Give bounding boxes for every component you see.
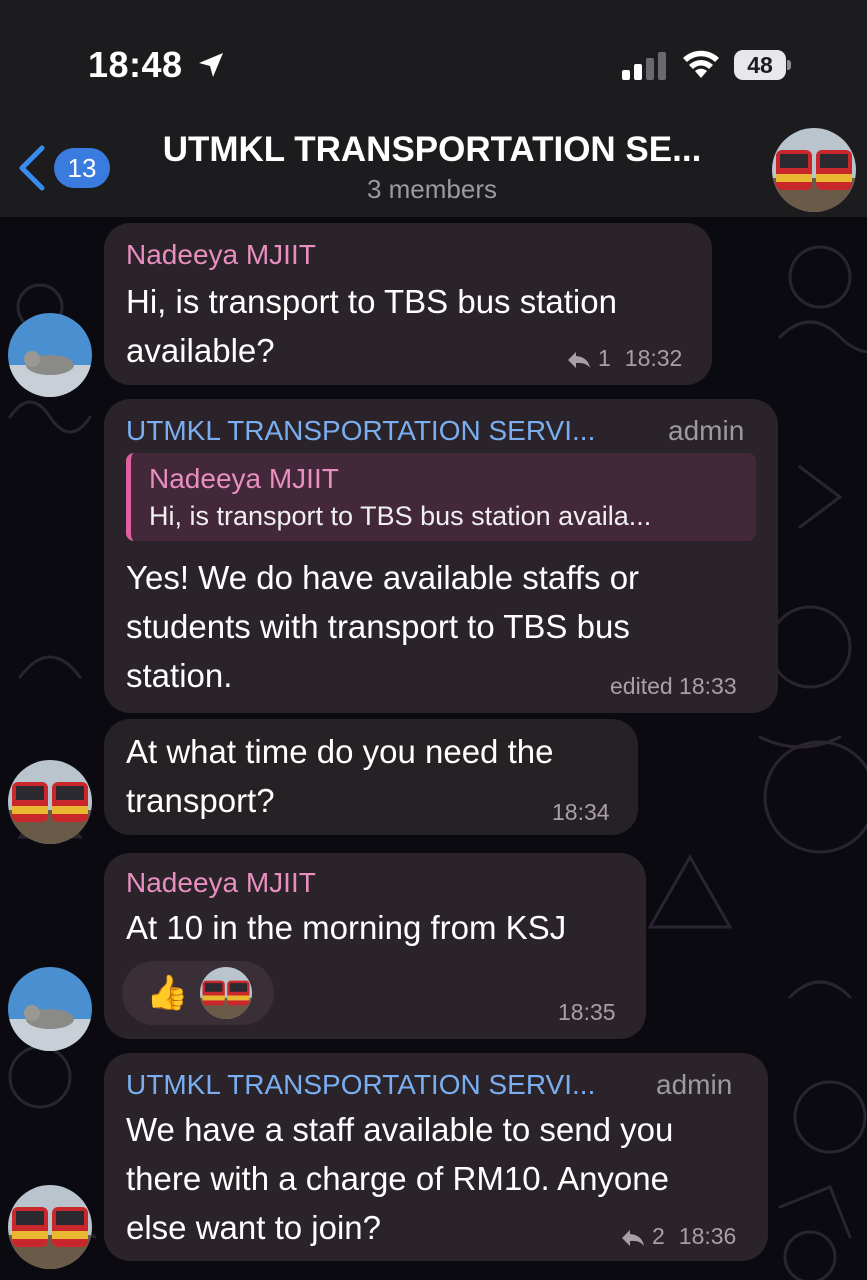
message-list[interactable]: Nadeeya MJIIT Hi, is transport to TBS bu… — [0, 217, 867, 1280]
battery-level: 48 — [734, 50, 786, 80]
reply-quote[interactable]: Nadeeya MJIIT Hi, is transport to TBS bu… — [126, 453, 756, 541]
sender-name[interactable]: UTMKL TRANSPORTATION SERVI... — [126, 415, 595, 447]
message-text: At 10 in the morning from KSJ — [126, 903, 566, 952]
message-line: transport? — [126, 782, 275, 819]
message-line: there with a charge of RM10. Anyone — [126, 1160, 669, 1197]
reactor-avatar — [200, 967, 252, 1019]
message-bubble[interactable]: At what time do you need the transport? … — [104, 719, 638, 835]
message-time: edited 18:33 — [610, 673, 737, 699]
sender-name[interactable]: UTMKL TRANSPORTATION SERVI... — [126, 1069, 595, 1101]
chat-header: 18:48 48 13 UTMKL TRANSPORTATION SE... 3… — [0, 0, 867, 217]
message-text: At what time do you need the transport? — [126, 727, 553, 825]
message-bubble[interactable]: Nadeeya MJIIT At 10 in the morning from … — [104, 853, 646, 1039]
message-line: At what time do you need the — [126, 733, 554, 770]
message-text: Hi, is transport to TBS bus station avai… — [126, 277, 617, 375]
reply-icon[interactable] — [566, 350, 592, 370]
unread-count-badge[interactable]: 13 — [54, 148, 110, 188]
wifi-icon — [683, 50, 719, 78]
message-line: else want to join? — [126, 1209, 381, 1246]
bus-avatar-icon[interactable] — [772, 128, 856, 212]
admin-badge: admin — [656, 1069, 733, 1100]
reply-count[interactable]: 2 — [652, 1223, 665, 1249]
chat-title[interactable]: UTMKL TRANSPORTATION SE... — [110, 130, 754, 170]
message-line: students with transport to TBS bus — [126, 608, 630, 645]
message-bubble[interactable]: UTMKL TRANSPORTATION SERVI... admin Nade… — [104, 399, 778, 713]
message-bubble[interactable]: Nadeeya MJIIT Hi, is transport to TBS bu… — [104, 223, 712, 385]
sender-avatar[interactable] — [8, 760, 92, 844]
thumbs-up-icon: 👍 — [146, 974, 189, 1012]
reaction-pill[interactable]: 👍 — [122, 961, 274, 1025]
battery-tip — [787, 60, 791, 70]
message-bubble[interactable]: UTMKL TRANSPORTATION SERVI... admin We h… — [104, 1053, 768, 1261]
sender-name[interactable]: Nadeeya MJIIT — [126, 867, 316, 899]
location-arrow-icon — [199, 53, 223, 77]
admin-badge: admin — [668, 415, 745, 446]
status-time: 18:48 — [88, 44, 183, 85]
reply-count[interactable]: 1 — [598, 345, 611, 371]
reply-icon[interactable] — [620, 1228, 646, 1248]
message-meta: 1 18:32 — [566, 345, 682, 372]
quote-sender: Nadeeya MJIIT — [149, 463, 339, 494]
message-time: 18:36 — [678, 1223, 737, 1249]
back-chevron-icon[interactable] — [12, 142, 52, 194]
sender-avatar[interactable] — [8, 1185, 92, 1269]
message-line: Yes! We do have available staffs or — [126, 559, 640, 596]
sender-avatar[interactable] — [8, 967, 92, 1051]
sender-avatar[interactable] — [8, 313, 92, 397]
message-line: We have a staff available to send you — [126, 1111, 674, 1148]
message-line: available? — [126, 332, 275, 369]
message-line: station. — [126, 657, 233, 694]
message-line: At 10 in the morning from KSJ — [126, 909, 567, 946]
battery-indicator: 48 — [734, 50, 791, 80]
message-time: 18:32 — [624, 345, 683, 371]
message-time: 18:35 — [558, 999, 616, 1025]
cellular-signal-icon — [622, 52, 666, 80]
sender-name[interactable]: Nadeeya MJIIT — [126, 239, 316, 271]
message-text: Yes! We do have available staffs or stud… — [126, 553, 639, 700]
message-time: 18:34 — [552, 799, 610, 825]
message-line: Hi, is transport to TBS bus station — [126, 283, 617, 320]
quote-text: Hi, is transport to TBS bus station avai… — [149, 501, 652, 531]
member-count: 3 members — [366, 174, 498, 204]
message-text: We have a staff available to send you th… — [126, 1105, 673, 1252]
message-meta: 2 18:36 — [620, 1223, 736, 1250]
